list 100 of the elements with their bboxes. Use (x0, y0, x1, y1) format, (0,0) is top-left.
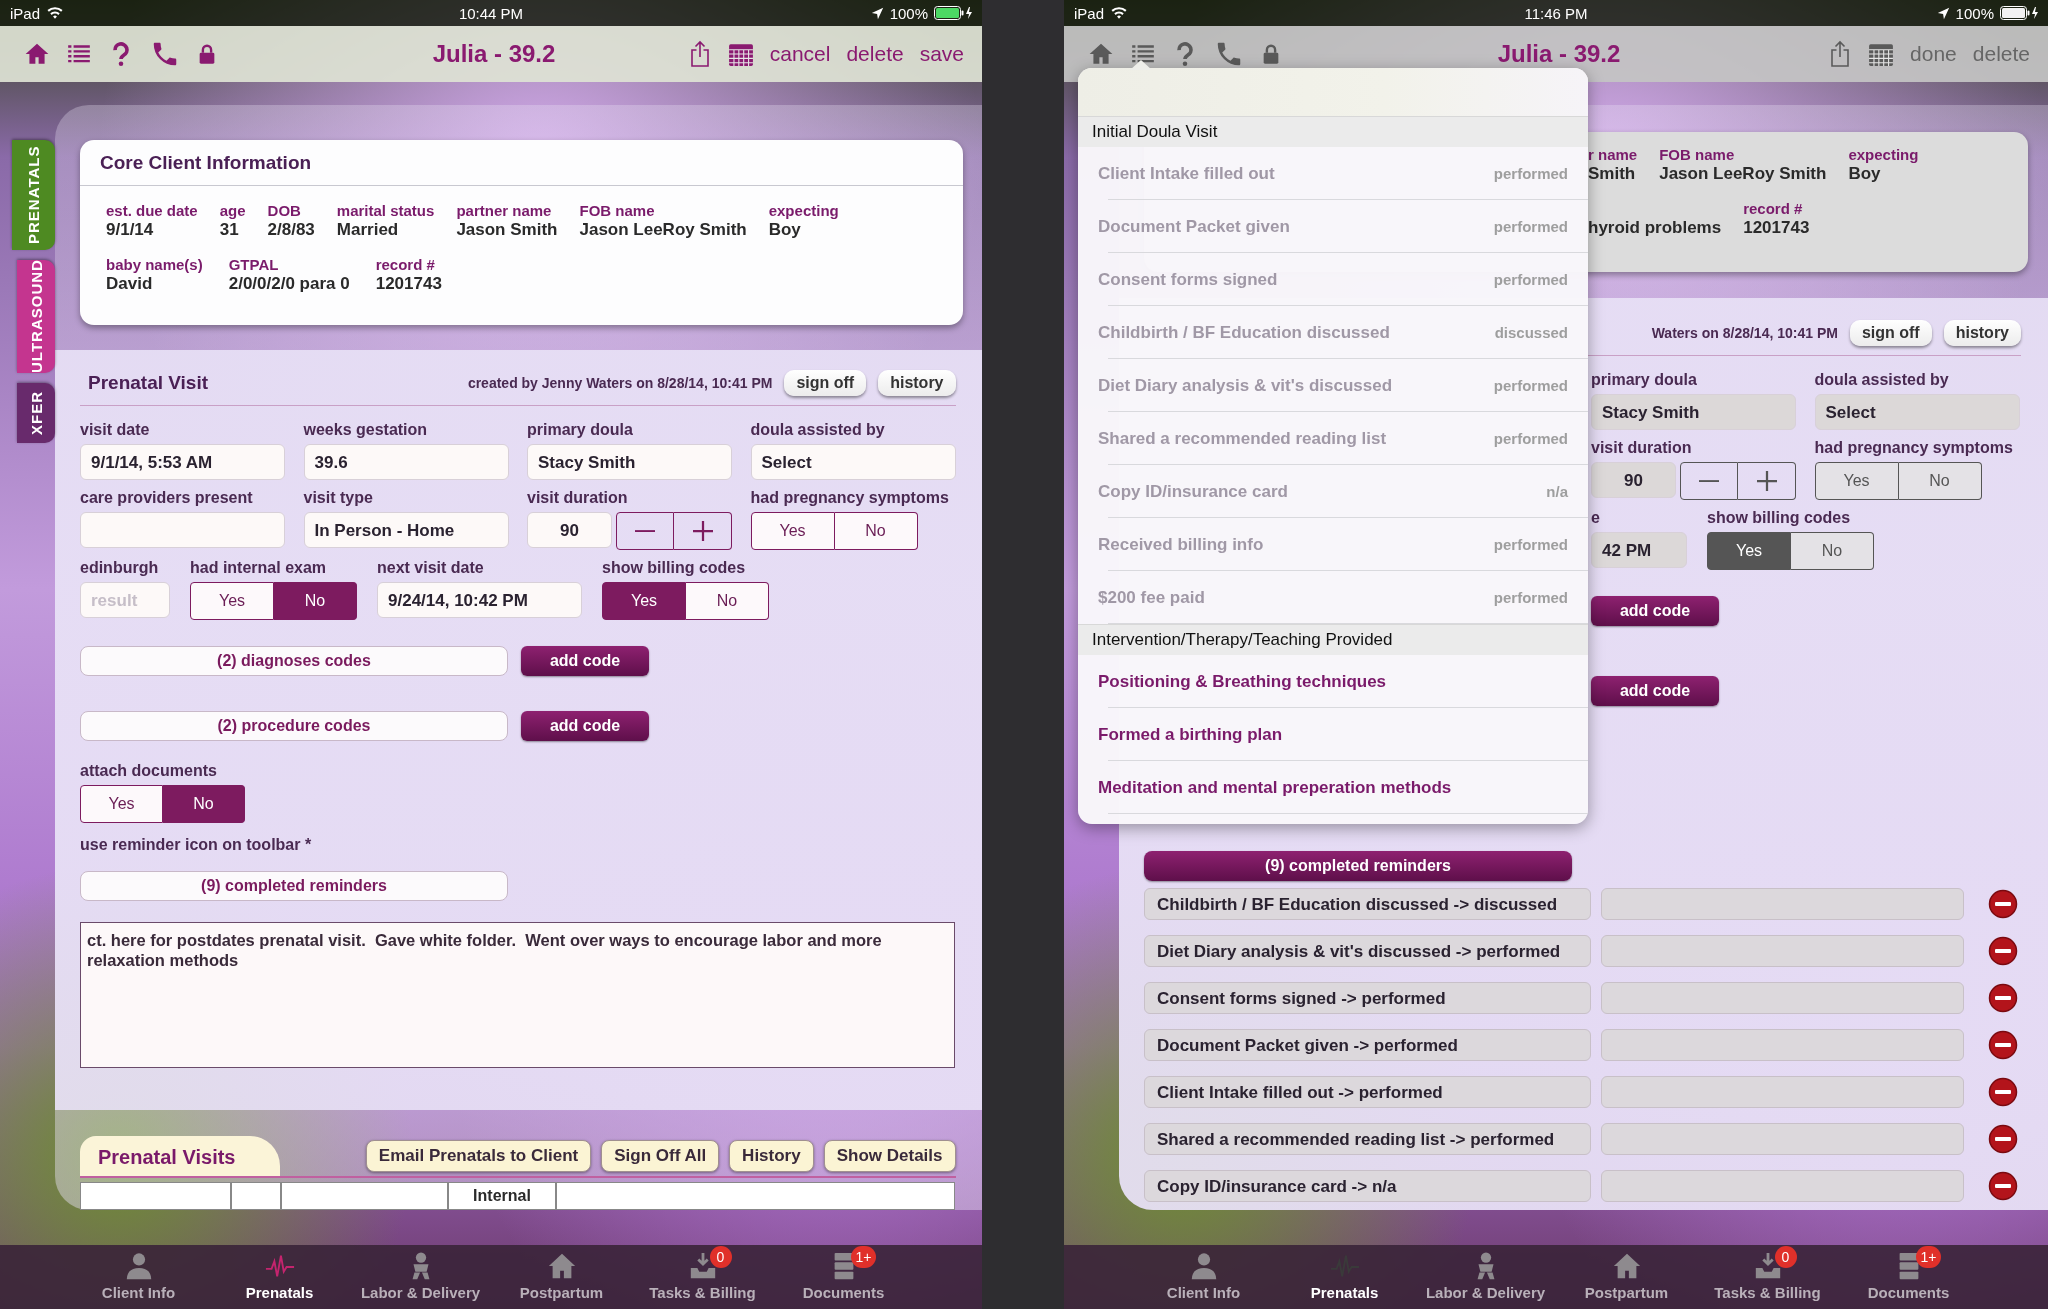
toolbar-button[interactable]: History (729, 1140, 814, 1172)
segment-button[interactable]: Yes (190, 582, 274, 620)
note-field[interactable] (1601, 1029, 1964, 1061)
add-code-button[interactable]: add code (1591, 596, 1719, 626)
toolbar-button[interactable]: Email Prenatals to Client (365, 1140, 592, 1172)
minus-circle-icon[interactable] (1988, 983, 2018, 1013)
segment-button[interactable]: No (834, 512, 918, 550)
decrement-button[interactable] (1680, 462, 1738, 500)
minus-circle-icon[interactable] (1988, 1077, 2018, 1107)
minus-circle-icon[interactable] (1988, 1124, 2018, 1154)
reminder-label: Copy ID/insurance card -> n/a (1144, 1170, 1591, 1202)
note-field[interactable] (1601, 982, 1964, 1014)
tab-bar-item[interactable]: Postpartum (1556, 1245, 1697, 1309)
segment-button[interactable]: No (274, 582, 357, 620)
tab-bar-item[interactable]: Postpartum (491, 1245, 632, 1309)
tab-bar-item[interactable]: Prenatals (209, 1245, 350, 1309)
header-button[interactable]: history (1943, 319, 2021, 346)
segment-button[interactable]: No (1898, 462, 1982, 500)
side-tab[interactable]: PRENATALS (12, 140, 55, 250)
field-value: Jason LeeRoy Smith (579, 220, 747, 240)
nav-button[interactable]: cancel (769, 42, 831, 66)
number-field[interactable]: 90 (527, 512, 612, 548)
segment-button[interactable]: Yes (602, 582, 686, 620)
add-code-button[interactable]: add code (521, 646, 649, 676)
reminders-button[interactable]: (9) completed reminders (1144, 851, 1572, 881)
note-field[interactable] (1601, 1123, 1964, 1155)
status-label: performed (1493, 218, 1568, 235)
field-value: 1201743 (1743, 218, 1810, 238)
minus-circle-icon[interactable] (1988, 1171, 2018, 1201)
tab-bar-item[interactable]: 1+ Documents (773, 1245, 914, 1309)
nav-button[interactable]: delete (846, 42, 904, 66)
minus-circle-icon[interactable] (1988, 1030, 2018, 1060)
reminder-label: Childbirth / BF Education discussed -> discussed (1144, 888, 1591, 920)
minus-circle-icon[interactable] (1988, 889, 2018, 919)
minus-circle-icon[interactable] (1988, 936, 2018, 966)
tab-bar-item[interactable]: Prenatals (1274, 1245, 1415, 1309)
text-field[interactable]: Stacy Smith (527, 444, 732, 480)
text-field[interactable]: Select (750, 444, 956, 480)
notes-field[interactable]: ct. here for postdates prenatal visit. Gave white folder. Went over ways to encourage labor and more relaxation methods (80, 922, 955, 1068)
note-field[interactable] (1601, 888, 1964, 920)
text-field[interactable]: 39.6 (303, 444, 509, 480)
count-badge: 0 (709, 1246, 732, 1268)
segment-button[interactable]: No (1791, 532, 1874, 570)
codes-button[interactable]: (2) diagnoses codes (80, 646, 508, 676)
add-code-button[interactable]: add code (521, 711, 649, 741)
menu-item[interactable]: Positioning & Breathing techniques (1078, 655, 1588, 708)
segment-button[interactable]: Yes (80, 785, 163, 823)
toolbar-button[interactable]: Show Details (823, 1140, 956, 1172)
reminders-button[interactable]: (9) completed reminders (80, 871, 508, 901)
header-button[interactable]: sign off (1849, 319, 1932, 346)
codes-button[interactable]: (2) procedure codes (80, 711, 508, 741)
note-field[interactable] (1601, 1170, 1964, 1202)
segment-button[interactable]: No (686, 582, 769, 620)
menu-item[interactable]: Meditation and mental preperation methods (1078, 761, 1588, 814)
toolbar-button[interactable]: Sign Off All (601, 1140, 720, 1172)
segment-button[interactable]: Yes (750, 512, 835, 550)
text-field[interactable]: Stacy Smith (1591, 394, 1796, 430)
calendar-icon[interactable] (727, 41, 754, 67)
side-tab[interactable]: XFER (17, 383, 55, 443)
field-value: 31 (219, 220, 240, 240)
text-field[interactable]: 9/24/14, 10:42 PM (377, 582, 582, 618)
note-field[interactable] (1601, 935, 1964, 967)
side-tab[interactable]: ULTRASOUND (17, 260, 55, 373)
field-value: Married (336, 220, 400, 240)
wifi-icon (1110, 6, 1129, 20)
tab-bar-item[interactable]: Client Info (1133, 1245, 1274, 1309)
segment-button[interactable]: Yes (1814, 462, 1899, 500)
decrement-button[interactable] (616, 512, 674, 550)
note-field[interactable] (1601, 1076, 1964, 1108)
battery-percent: 100% (889, 4, 928, 22)
home-icon[interactable] (1088, 41, 1114, 67)
card-title: Core Client Information (80, 140, 963, 186)
menu-item[interactable]: Formed a birthing plan (1078, 708, 1588, 761)
nav-button[interactable]: save (919, 42, 964, 66)
tab-bar-item[interactable]: 0 Tasks & Billing (1697, 1245, 1838, 1309)
add-code-button[interactable]: add code (1591, 676, 1719, 706)
text-field[interactable] (80, 512, 285, 548)
home-icon[interactable] (24, 41, 50, 67)
tab-bar-item[interactable]: 0 Tasks & Billing (632, 1245, 773, 1309)
tab-bar-item[interactable]: Labor & Delivery (1415, 1245, 1556, 1309)
field-value: 2/8/83 (267, 220, 315, 240)
increment-button[interactable] (674, 512, 732, 550)
number-field[interactable]: 90 (1591, 462, 1676, 498)
tab-bar-item[interactable]: Client Info (68, 1245, 209, 1309)
text-field[interactable]: 42 PM (1591, 532, 1687, 568)
increment-button[interactable] (1738, 462, 1796, 500)
tab-bar-item[interactable]: Labor & Delivery (350, 1245, 491, 1309)
segment-button[interactable]: Yes (1707, 532, 1791, 570)
text-field[interactable]: Select (1814, 394, 2020, 430)
text-field[interactable]: In Person - Home (303, 512, 509, 548)
segment-button[interactable]: No (163, 785, 245, 823)
header-button[interactable]: sign off (784, 369, 867, 396)
tab-bar-item[interactable]: 1+ Documents (1838, 1245, 1979, 1309)
house-icon (546, 1251, 577, 1281)
field-label: care providers present (80, 488, 253, 508)
text-field[interactable]: 9/1/14, 5:53 AM (80, 444, 285, 480)
calendar-icon[interactable] (1868, 41, 1895, 67)
header-button[interactable]: history (878, 369, 956, 396)
status-label: performed (1493, 271, 1568, 288)
count-badge: 1+ (1915, 1246, 1942, 1268)
